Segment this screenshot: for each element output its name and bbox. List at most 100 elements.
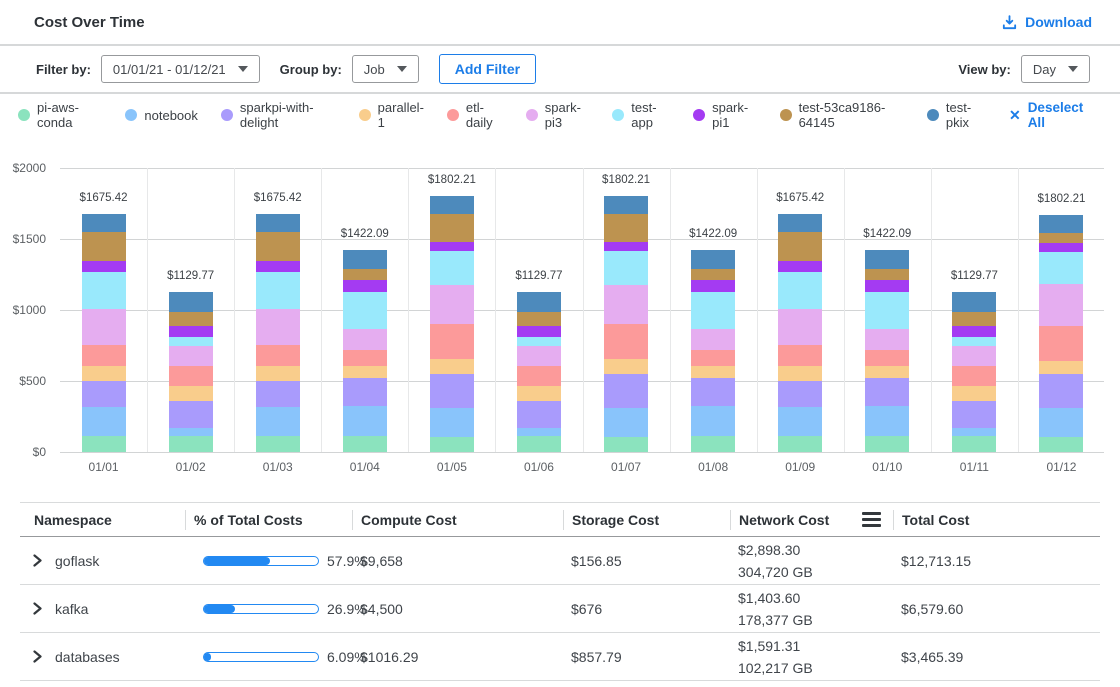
- column-header-total-cost[interactable]: Total Cost: [893, 510, 1100, 530]
- bar-segment-spark-pi1[interactable]: [691, 280, 735, 292]
- bar-segment-test-pkix[interactable]: [952, 292, 996, 312]
- bar-segment-pi-aws-conda[interactable]: [256, 436, 300, 452]
- bar-segment-pi-aws-conda[interactable]: [952, 436, 996, 452]
- bar-segment-test-pkix[interactable]: [691, 250, 735, 269]
- bar-segment-spark-pi1[interactable]: [343, 280, 387, 292]
- bar-segment-test-53ca9186-64145[interactable]: [430, 214, 474, 242]
- bar-segment-spark-pi3[interactable]: [430, 285, 474, 324]
- bar-segment-test-app[interactable]: [430, 251, 474, 285]
- view-by-select[interactable]: Day: [1021, 55, 1090, 83]
- expand-chevron-icon[interactable]: [32, 554, 43, 567]
- bar-segment-pi-aws-conda[interactable]: [169, 436, 213, 452]
- bar-segment-spark-pi1[interactable]: [1039, 243, 1083, 252]
- bar-segment-spark-pi1[interactable]: [256, 261, 300, 272]
- bar-segment-sparkpi-with-delight[interactable]: [952, 401, 996, 428]
- bar-segment-spark-pi1[interactable]: [430, 242, 474, 251]
- bar-segment-sparkpi-with-delight[interactable]: [343, 378, 387, 406]
- bar-segment-test-app[interactable]: [343, 292, 387, 329]
- bar-segment-sparkpi-with-delight[interactable]: [1039, 374, 1083, 408]
- date-range-select[interactable]: 01/01/21 - 01/12/21: [101, 55, 260, 83]
- bar-segment-pi-aws-conda[interactable]: [517, 436, 561, 452]
- bar-segment-test-pkix[interactable]: [778, 214, 822, 232]
- bar-segment-spark-pi1[interactable]: [169, 326, 213, 337]
- bar-segment-sparkpi-with-delight[interactable]: [517, 401, 561, 428]
- legend-item-spark-pi1[interactable]: spark-pi1: [693, 100, 756, 130]
- bar-segment-test-pkix[interactable]: [169, 292, 213, 312]
- bar-segment-test-53ca9186-64145[interactable]: [778, 232, 822, 261]
- legend-item-notebook[interactable]: notebook: [125, 108, 198, 123]
- bar-segment-parallel-1[interactable]: [1039, 361, 1083, 374]
- bar-segment-sparkpi-with-delight[interactable]: [865, 378, 909, 406]
- bar-segment-parallel-1[interactable]: [430, 359, 474, 373]
- bar-segment-etl-daily[interactable]: [952, 366, 996, 386]
- legend-item-test-app[interactable]: test-app: [612, 100, 670, 130]
- bar-segment-spark-pi3[interactable]: [343, 329, 387, 350]
- bar-segment-spark-pi1[interactable]: [517, 326, 561, 337]
- bar-segment-notebook[interactable]: [691, 406, 735, 436]
- bar-segment-notebook[interactable]: [952, 428, 996, 435]
- bar-segment-notebook[interactable]: [82, 407, 126, 437]
- bar-segment-etl-daily[interactable]: [1039, 326, 1083, 361]
- bar-segment-test-app[interactable]: [82, 272, 126, 309]
- bar-segment-parallel-1[interactable]: [952, 386, 996, 401]
- bar-segment-parallel-1[interactable]: [691, 366, 735, 378]
- bar-segment-pi-aws-conda[interactable]: [82, 436, 126, 452]
- bar-segment-test-pkix[interactable]: [256, 214, 300, 232]
- bar-segment-spark-pi3[interactable]: [82, 309, 126, 346]
- bar-segment-sparkpi-with-delight[interactable]: [256, 381, 300, 406]
- bar-segment-spark-pi3[interactable]: [604, 285, 648, 324]
- column-header-network-cost[interactable]: Network Cost: [730, 510, 893, 530]
- bar-segment-notebook[interactable]: [517, 428, 561, 435]
- add-filter-button[interactable]: Add Filter: [439, 54, 536, 84]
- bar-segment-test-pkix[interactable]: [517, 292, 561, 312]
- bar-segment-sparkpi-with-delight[interactable]: [778, 381, 822, 406]
- bar-segment-sparkpi-with-delight[interactable]: [169, 401, 213, 428]
- bar-segment-etl-daily[interactable]: [82, 345, 126, 366]
- legend-item-test-pkix[interactable]: test-pkix: [927, 100, 986, 130]
- bar-segment-spark-pi3[interactable]: [778, 309, 822, 346]
- bar-segment-test-app[interactable]: [517, 337, 561, 346]
- bar-segment-pi-aws-conda[interactable]: [1039, 437, 1083, 452]
- bar-segment-notebook[interactable]: [604, 408, 648, 437]
- bar-segment-parallel-1[interactable]: [343, 366, 387, 378]
- bar-segment-etl-daily[interactable]: [691, 350, 735, 366]
- namespace-cell[interactable]: kafka: [20, 601, 185, 617]
- bar-segment-sparkpi-with-delight[interactable]: [604, 374, 648, 408]
- bar-segment-test-53ca9186-64145[interactable]: [256, 232, 300, 261]
- bar-segment-notebook[interactable]: [343, 406, 387, 436]
- column-header-storage-cost[interactable]: Storage Cost: [563, 510, 730, 530]
- bar-segment-test-53ca9186-64145[interactable]: [1039, 233, 1083, 242]
- bar-segment-test-53ca9186-64145[interactable]: [865, 269, 909, 280]
- namespace-cell[interactable]: goflask: [20, 553, 185, 569]
- bar-segment-etl-daily[interactable]: [343, 350, 387, 366]
- bar-segment-spark-pi3[interactable]: [517, 346, 561, 366]
- bar-segment-parallel-1[interactable]: [778, 366, 822, 381]
- bar-segment-pi-aws-conda[interactable]: [604, 437, 648, 452]
- bar-segment-spark-pi3[interactable]: [865, 329, 909, 350]
- column-menu-icon[interactable]: [862, 512, 881, 527]
- bar-segment-notebook[interactable]: [169, 428, 213, 435]
- bar-segment-parallel-1[interactable]: [865, 366, 909, 378]
- bar-segment-test-app[interactable]: [691, 292, 735, 329]
- bar-segment-notebook[interactable]: [430, 408, 474, 437]
- bar-segment-sparkpi-with-delight[interactable]: [691, 378, 735, 406]
- bar-segment-etl-daily[interactable]: [604, 324, 648, 359]
- namespace-cell[interactable]: databases: [20, 649, 185, 665]
- bar-segment-test-53ca9186-64145[interactable]: [691, 269, 735, 280]
- bar-segment-spark-pi1[interactable]: [82, 261, 126, 272]
- bar-segment-spark-pi1[interactable]: [865, 280, 909, 292]
- bar-segment-parallel-1[interactable]: [517, 386, 561, 401]
- bar-segment-spark-pi3[interactable]: [952, 346, 996, 366]
- column-header-percent-total[interactable]: % of Total Costs: [185, 510, 352, 530]
- column-header-namespace[interactable]: Namespace: [20, 510, 185, 530]
- legend-item-sparkpi-with-delight[interactable]: sparkpi-with-delight: [221, 100, 336, 130]
- bar-segment-pi-aws-conda[interactable]: [865, 436, 909, 452]
- bar-segment-sparkpi-with-delight[interactable]: [430, 374, 474, 408]
- bar-segment-test-app[interactable]: [778, 272, 822, 309]
- expand-chevron-icon[interactable]: [32, 602, 43, 615]
- bar-segment-test-app[interactable]: [604, 251, 648, 285]
- bar-segment-parallel-1[interactable]: [82, 366, 126, 381]
- bar-segment-etl-daily[interactable]: [778, 345, 822, 366]
- bar-segment-etl-daily[interactable]: [430, 324, 474, 359]
- bar-segment-sparkpi-with-delight[interactable]: [82, 381, 126, 406]
